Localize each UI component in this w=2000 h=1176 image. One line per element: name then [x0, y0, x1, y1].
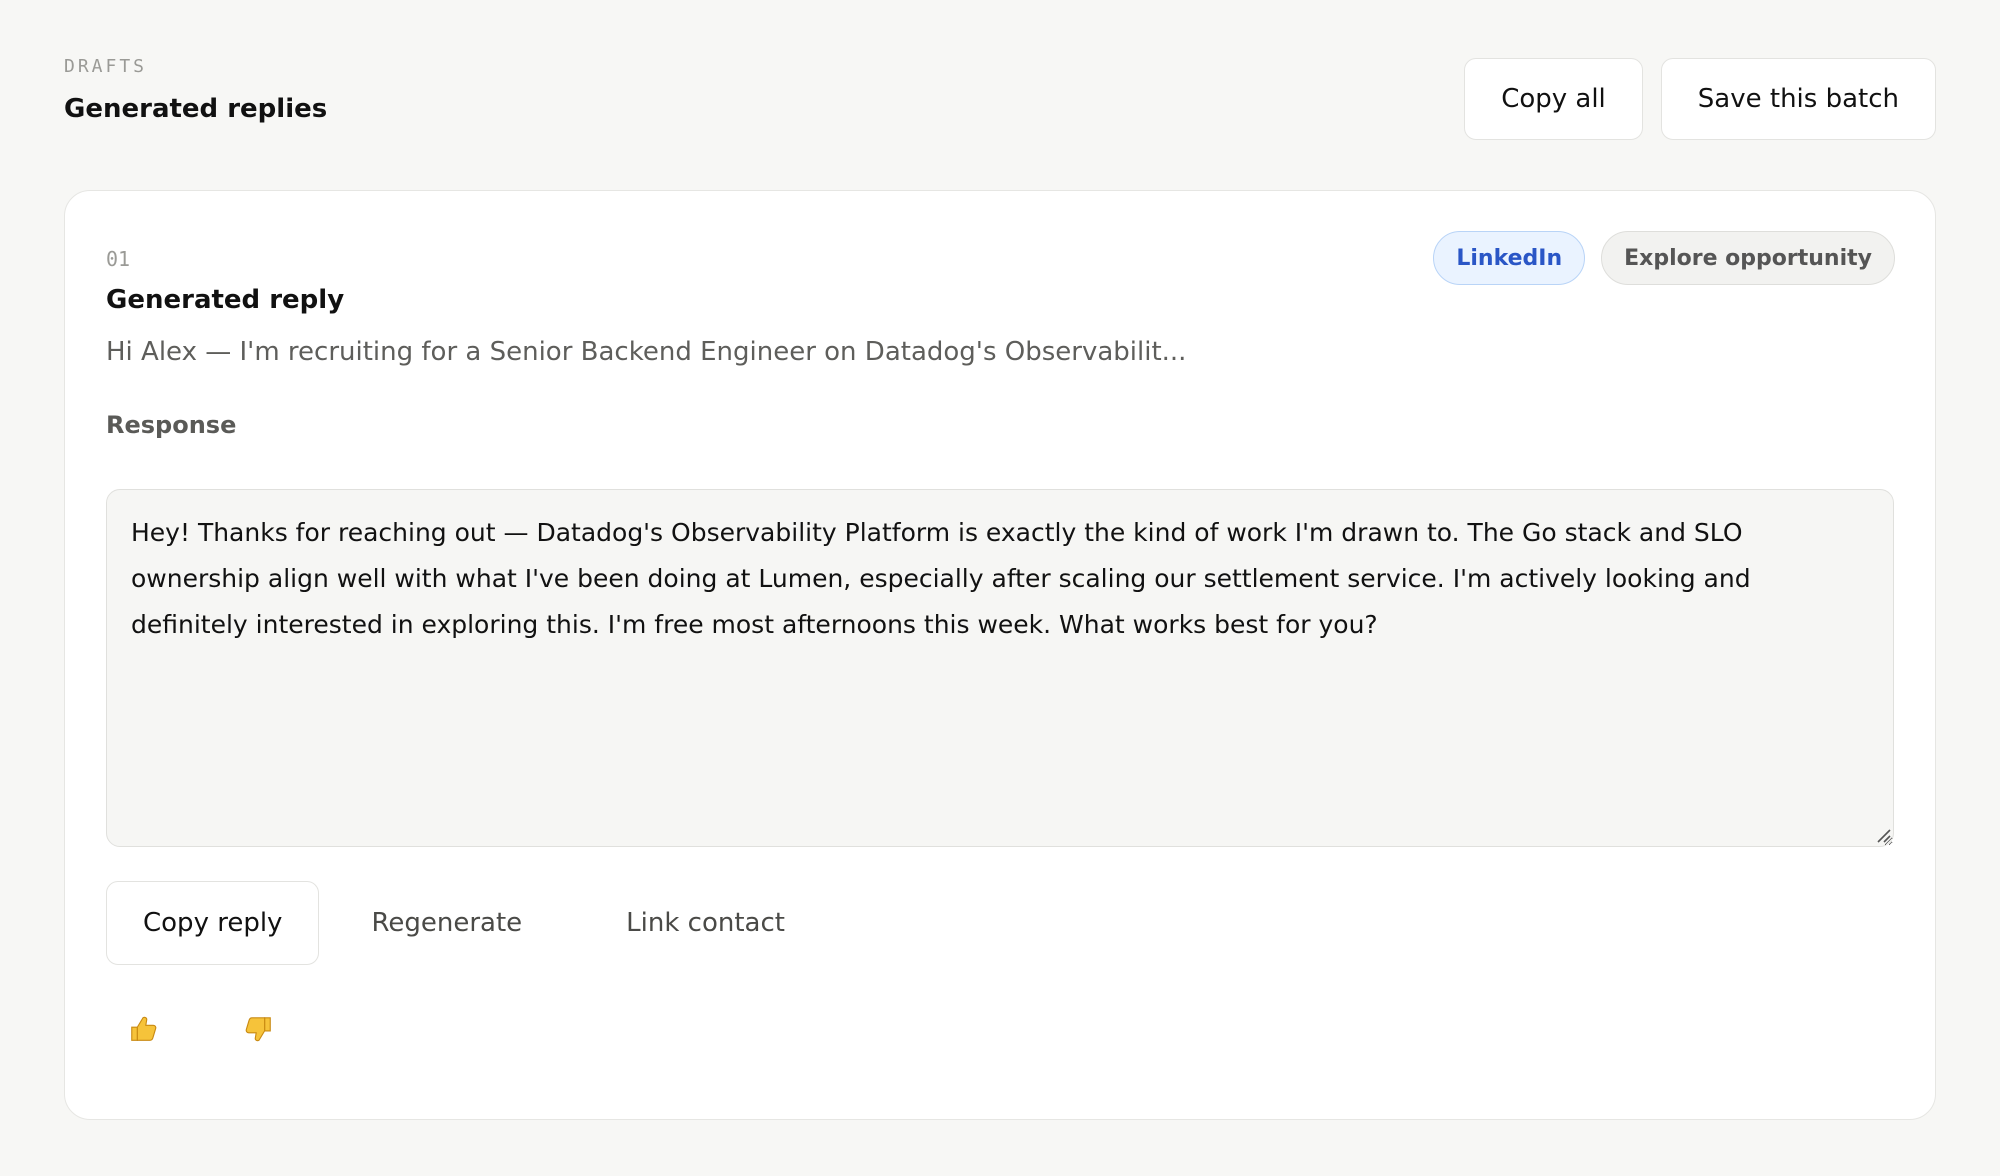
page-title: Generated replies — [64, 94, 328, 124]
save-batch-button[interactable]: Save this batch — [1660, 58, 1936, 140]
thumbs-down-icon — [245, 1017, 271, 1042]
stage-badge: Explore opportunity — [1601, 231, 1895, 285]
header-actions: Copy all Save this batch — [1464, 58, 1936, 140]
section-eyebrow: DRAFTS — [64, 56, 148, 77]
copy-all-button[interactable]: Copy all — [1464, 58, 1643, 140]
page-header: DRAFTS Generated replies — [64, 58, 327, 125]
channel-badge: LinkedIn — [1433, 231, 1586, 285]
thumbs-down-button[interactable] — [241, 1011, 277, 1047]
regenerate-button[interactable]: Regenerate — [319, 881, 574, 965]
reply-index: 01 — [106, 247, 131, 271]
reply-title: Generated reply — [106, 285, 345, 315]
response-textarea[interactable]: Hey! Thanks for reaching out — Datadog's… — [106, 489, 1894, 847]
thumbs-up-icon — [131, 1016, 157, 1041]
copy-reply-button[interactable]: Copy reply — [106, 881, 320, 965]
response-label: Response — [106, 411, 237, 439]
resize-grip-icon[interactable] — [1875, 827, 1891, 843]
link-contact-button[interactable]: Link contact — [574, 881, 837, 965]
reply-tags: LinkedIn Explore opportunity — [1433, 231, 1895, 285]
feedback-controls — [125, 1011, 277, 1047]
thumbs-up-button[interactable] — [125, 1011, 161, 1047]
message-preview: Hi Alex — I'm recruiting for a Senior Ba… — [106, 337, 1187, 367]
reply-card: 01 Generated reply LinkedIn Explore oppo… — [64, 190, 1936, 1120]
reply-actions: Copy reply Regenerate Link contact — [106, 881, 837, 965]
